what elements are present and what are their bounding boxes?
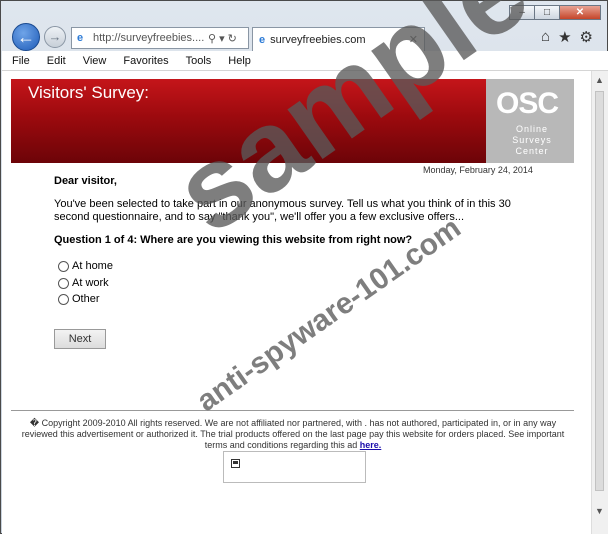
greeting: Dear visitor, <box>54 175 117 187</box>
footer-text: � Copyright 2009-2010 All rights reserve… <box>21 418 565 450</box>
banner-title: Visitors' Survey: <box>28 83 150 102</box>
menu-view[interactable]: View <box>83 55 107 67</box>
footer-disclaimer: � Copyright 2009-2010 All rights reserve… <box>13 418 573 451</box>
browser-window: – □ ✕ ← → e http://surveyfreebies.... ⚲ … <box>0 0 608 534</box>
back-button[interactable]: ← <box>12 23 40 51</box>
ie-page-icon: e <box>77 32 84 44</box>
ad-box <box>223 451 366 483</box>
menu-tools[interactable]: Tools <box>186 55 212 67</box>
logo-abbr: OSC <box>496 87 559 120</box>
menu-edit[interactable]: Edit <box>47 55 66 67</box>
divider <box>11 410 574 411</box>
address-url[interactable]: http://surveyfreebies.... <box>93 32 205 44</box>
dropdown-icon[interactable]: ▾ <box>219 32 225 45</box>
arrow-right-icon: → <box>48 29 62 44</box>
arrow-left-icon: ← <box>17 27 35 47</box>
star-icon[interactable]: ★ <box>558 28 571 46</box>
ie-page-icon: e <box>259 33 266 46</box>
page-date: Monday, February 24, 2014 <box>423 165 533 175</box>
scroll-down-icon[interactable]: ▼ <box>595 506 604 516</box>
option-at-work[interactable]: At work <box>58 277 109 289</box>
option-at-home[interactable]: At home <box>58 260 113 272</box>
footer-link[interactable]: here. <box>360 440 382 450</box>
osc-logo: OSC Online Surveys Center <box>486 79 574 163</box>
address-bar[interactable]: e http://surveyfreebies.... ⚲ ▾ ↻ <box>71 27 249 49</box>
option-label: At home <box>72 260 113 272</box>
close-window-button[interactable]: ✕ <box>559 5 601 20</box>
search-icon[interactable]: ⚲ <box>208 32 216 45</box>
next-button[interactable]: Next <box>54 329 106 349</box>
menu-favorites[interactable]: Favorites <box>123 55 168 67</box>
radio-other[interactable] <box>58 293 69 305</box>
scroll-up-icon[interactable]: ▲ <box>595 75 604 85</box>
scroll-thumb[interactable] <box>595 91 604 491</box>
menu-help[interactable]: Help <box>228 55 251 67</box>
radio-at-work[interactable] <box>58 277 69 289</box>
option-other[interactable]: Other <box>58 293 100 305</box>
logo-subtitle: Online Surveys Center <box>512 124 552 156</box>
radio-at-home[interactable] <box>58 260 69 272</box>
vertical-scrollbar[interactable]: ▲ ▼ <box>591 71 608 534</box>
refresh-icon[interactable]: ↻ <box>228 32 237 45</box>
menu-file[interactable]: File <box>12 55 30 67</box>
gear-icon[interactable]: ⚙ <box>580 28 593 46</box>
forward-button[interactable]: → <box>44 26 66 48</box>
option-label: At work <box>72 277 109 289</box>
broken-image-icon <box>231 459 240 468</box>
option-label: Other <box>72 293 100 305</box>
